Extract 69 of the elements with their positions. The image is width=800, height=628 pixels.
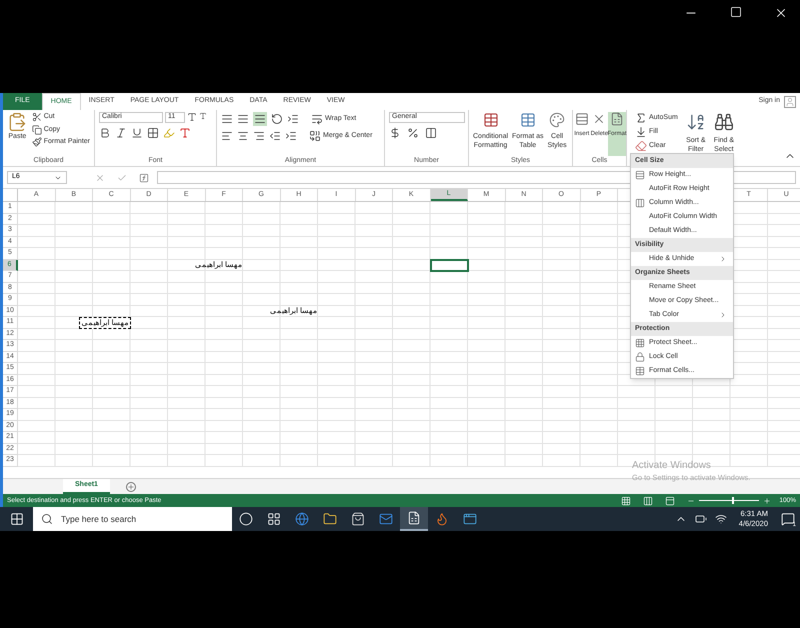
scissors-icon [32, 112, 42, 122]
bag-icon [351, 512, 365, 526]
down-arrow-icon [635, 126, 647, 138]
table-icon [520, 112, 536, 128]
sigma-icon [635, 112, 647, 124]
align-bottom-button[interactable] [253, 112, 267, 126]
indent-icon[interactable] [287, 113, 299, 125]
table-icon [635, 366, 645, 376]
fill-color-icon[interactable] [163, 127, 175, 139]
start-icon[interactable] [10, 512, 24, 526]
task-view-icon [267, 512, 281, 526]
align-middle-icon[interactable] [237, 113, 249, 125]
align-right-icon[interactable] [253, 130, 265, 142]
italic-icon[interactable] [115, 127, 127, 139]
orientation-icon[interactable] [271, 113, 283, 125]
decrease-indent-icon[interactable] [269, 130, 281, 142]
lock-icon [635, 352, 645, 362]
avatar-icon [784, 96, 796, 108]
borders-icon[interactable] [147, 127, 159, 139]
document-icon [610, 112, 624, 126]
rows-icon [635, 170, 645, 180]
align-bottom-icon [254, 113, 266, 125]
currency-icon[interactable] [389, 127, 401, 139]
clipboard-icon [7, 112, 28, 132]
notifications-icon[interactable] [781, 512, 795, 526]
underline-icon[interactable] [131, 127, 143, 139]
table-icon [482, 112, 499, 128]
percent-icon[interactable] [407, 127, 419, 139]
taskbar-button[interactable] [400, 507, 428, 531]
paintbrush-icon [32, 137, 42, 148]
globe-icon [295, 512, 309, 526]
bold-icon[interactable] [99, 127, 111, 139]
flame-icon [435, 512, 449, 526]
page-break-icon[interactable] [665, 496, 676, 506]
copy-icon [32, 124, 42, 135]
sort-icon [686, 112, 706, 132]
eraser-icon [635, 140, 647, 152]
increase-indent-icon[interactable] [285, 130, 297, 142]
search-icon [41, 513, 53, 525]
align-center-icon[interactable] [237, 130, 249, 142]
function-icon[interactable] [139, 172, 149, 182]
grid-icon [635, 338, 645, 348]
binoculars-icon [714, 112, 734, 132]
search-field[interactable]: Type here to search [33, 507, 232, 531]
merge-icon [309, 130, 321, 142]
font-grow-icon[interactable] [187, 112, 197, 122]
page-layout-icon[interactable] [643, 496, 654, 506]
zoom-in-icon[interactable] [763, 496, 772, 504]
battery-icon[interactable] [694, 513, 707, 525]
align-left-icon[interactable] [221, 130, 233, 142]
columns-icon [635, 198, 645, 208]
font-shrink-icon[interactable] [199, 112, 207, 120]
palette-icon [549, 112, 566, 128]
align-top-icon[interactable] [221, 113, 233, 125]
zoom-slider[interactable] [699, 497, 760, 504]
mail-icon [379, 512, 393, 526]
wrap-text-icon [311, 113, 323, 125]
normal-view-icon[interactable] [621, 496, 632, 506]
spreadsheet-icon [407, 511, 421, 525]
activation-title: Activate Windows [632, 460, 712, 472]
insert-rows-icon [574, 112, 589, 126]
maximize-icon[interactable] [730, 6, 742, 18]
folder-icon [323, 512, 337, 526]
font-color-icon[interactable] [179, 127, 191, 139]
close-icon[interactable] [774, 6, 788, 20]
app-window-icon [463, 512, 477, 526]
active-cell[interactable] [430, 258, 469, 272]
circle-icon [239, 512, 253, 526]
add-sheet-icon[interactable] [126, 482, 136, 492]
